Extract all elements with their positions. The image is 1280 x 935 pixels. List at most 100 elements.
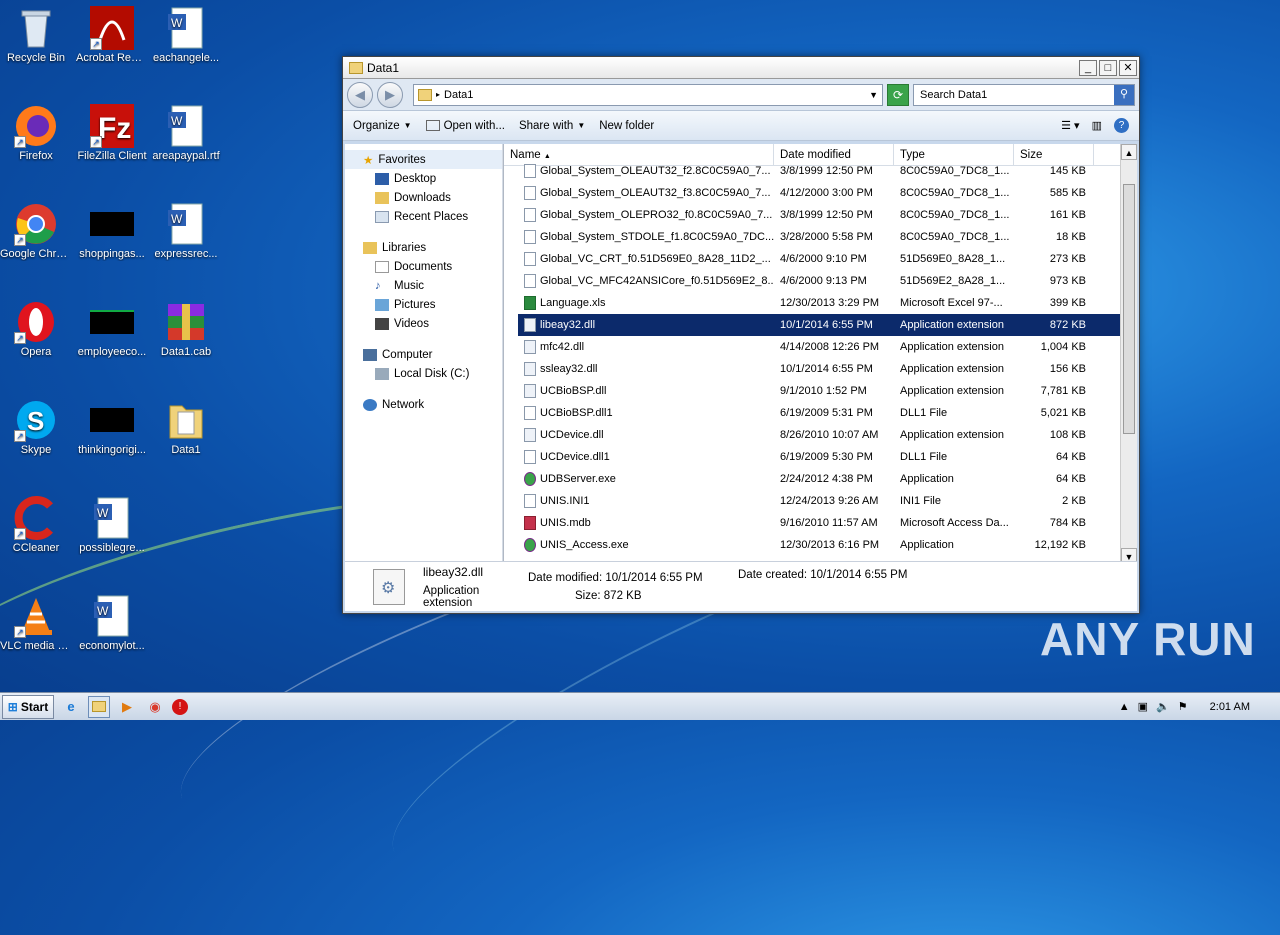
- file-row[interactable]: UNIS.mdb 9/16/2010 11:57 AM Microsoft Acce…: [518, 512, 1137, 534]
- explorer-taskbar-icon[interactable]: [88, 695, 110, 718]
- desktop-icon-firefox[interactable]: ↗ Firefox: [0, 104, 72, 163]
- svg-text:W: W: [171, 114, 183, 128]
- desktop-icon-data1-folder[interactable]: Data1: [150, 398, 222, 457]
- address-bar[interactable]: ▸ Data1 ▼: [413, 83, 883, 106]
- refresh-button[interactable]: ⟳: [887, 83, 909, 106]
- ccleaner-icon: ↗: [14, 496, 58, 540]
- file-name-cell: UNIS_Access.exe: [518, 538, 774, 552]
- file-row[interactable]: Global_System_OLEAUT32_f3.8C0C59A0_7... 4…: [518, 182, 1137, 204]
- nav-computer[interactable]: Computer: [345, 345, 502, 364]
- desktop-icon-employeeco[interactable]: employeeco...: [76, 300, 148, 359]
- network-tray-icon[interactable]: ▣: [1138, 700, 1148, 713]
- chevron-down-icon[interactable]: ▼: [869, 90, 878, 100]
- maximize-button[interactable]: □: [1099, 59, 1117, 76]
- file-date: 10/1/2014 6:55 PM: [780, 363, 873, 375]
- nav-recent-places[interactable]: Recent Places: [345, 207, 502, 226]
- desktop-icon-vlc[interactable]: ↗ VLC media player: [0, 594, 72, 653]
- desktop-icon-chrome[interactable]: ↗ Google Chrome: [0, 202, 72, 261]
- search-input[interactable]: Search Data1 ⚲: [913, 83, 1135, 106]
- file-row[interactable]: Global_VC_MFC42ANSICore_f0.51D569E2_8...…: [518, 270, 1137, 292]
- videos-icon: [375, 317, 389, 330]
- title-bar[interactable]: Data1 _ □ ✕: [343, 57, 1139, 79]
- file-size: 973 KB: [1049, 275, 1086, 287]
- desktop-icon-economylot[interactable]: W economylot...: [76, 594, 148, 653]
- desktop-icon-shoppingas[interactable]: shoppingas...: [76, 202, 148, 261]
- desktop-icon-eachangele[interactable]: W eachangele...: [150, 6, 222, 65]
- view-options-icon[interactable]: ☰ ▾: [1061, 119, 1079, 132]
- column-size[interactable]: Size: [1014, 144, 1094, 165]
- clock[interactable]: 2:01 AM: [1210, 701, 1250, 713]
- search-icon[interactable]: ⚲: [1114, 84, 1134, 105]
- file-row[interactable]: ssleay32.dll 10/1/2014 6:55 PM Application…: [518, 358, 1137, 380]
- file-row[interactable]: Global_VC_CRT_f0.51D569E0_8A28_11D2_... 4…: [518, 248, 1137, 270]
- details-size-value: 872 KB: [603, 589, 642, 602]
- file-row[interactable]: UCBioBSP.dll 9/1/2010 1:52 PM Application …: [518, 380, 1137, 402]
- file-row[interactable]: UCDevice.dll 8/26/2010 10:07 AM Applicatio…: [518, 424, 1137, 446]
- nav-desktop[interactable]: Desktop: [345, 169, 502, 188]
- media-player-icon[interactable]: ▶: [116, 696, 138, 718]
- forward-button[interactable]: ▶: [377, 81, 403, 108]
- file-name: UNIS.mdb: [540, 517, 591, 529]
- open-with-button[interactable]: Open with...: [425, 120, 505, 132]
- nav-local-disk[interactable]: Local Disk (C:): [345, 364, 502, 383]
- file-row[interactable]: UNIS_Access.exe 12/30/2013 6:16 PM Applica…: [518, 534, 1137, 556]
- start-button[interactable]: ⊞ Start: [2, 694, 54, 719]
- scroll-up-icon[interactable]: ▲: [1121, 144, 1137, 160]
- desktop-icon-opera[interactable]: ↗ Opera: [0, 300, 72, 359]
- show-hidden-icons-icon[interactable]: ▲: [1119, 701, 1130, 713]
- file-row[interactable]: UCBioBSP.dll1 6/19/2009 5:31 PM DLL1 File 5…: [518, 402, 1137, 424]
- desktop-icon-expressrec[interactable]: W expressrec...: [150, 202, 222, 261]
- nav-downloads[interactable]: Downloads: [345, 188, 502, 207]
- file-row[interactable]: Language.xls 12/30/2013 3:29 PM Microsoft …: [518, 292, 1137, 314]
- chevron-down-icon: ▼: [403, 121, 412, 130]
- file-row[interactable]: UDBServer.exe 2/24/2012 4:38 PM Applicatio…: [518, 468, 1137, 490]
- file-row[interactable]: libeay32.dll 10/1/2014 6:55 PM Application…: [518, 314, 1137, 336]
- nav-favorites[interactable]: ★ Favorites: [345, 150, 502, 169]
- desktop-icon-acrobat[interactable]: ↗ Acrobat Reader DC: [76, 6, 148, 65]
- chevron-right-icon[interactable]: ▸: [436, 90, 440, 99]
- file-name-cell: mfc42.dll: [518, 340, 774, 354]
- column-name[interactable]: Name ▲: [504, 144, 774, 165]
- nav-videos[interactable]: Videos: [345, 314, 502, 333]
- column-date[interactable]: Date modified: [774, 144, 894, 165]
- desktop-icon-skype[interactable]: S ↗ Skype: [0, 398, 72, 457]
- file-row[interactable]: Global_System_STDOLE_f1.8C0C59A0_7DC... 3…: [518, 226, 1137, 248]
- stop-icon[interactable]: !: [172, 698, 188, 715]
- black-thumbnail-icon: [90, 202, 134, 246]
- scroll-thumb[interactable]: [1123, 184, 1135, 434]
- nav-music[interactable]: ♪ Music: [345, 276, 502, 295]
- back-button[interactable]: ◀: [347, 81, 373, 108]
- flag-icon[interactable]: ⚑: [1178, 700, 1188, 713]
- new-folder-button[interactable]: New folder: [599, 120, 654, 132]
- desktop-icon-ccleaner[interactable]: ↗ CCleaner: [0, 496, 72, 555]
- share-with-button[interactable]: Share with ▼: [519, 120, 585, 132]
- file-row[interactable]: Global_System_OLEPRO32_f0.8C0C59A0_7... 3…: [518, 204, 1137, 226]
- desktop-icon-thinkingorigi[interactable]: thinkingorigi...: [76, 398, 148, 457]
- preview-pane-icon[interactable]: ▥: [1092, 119, 1102, 132]
- nav-pictures[interactable]: Pictures: [345, 295, 502, 314]
- minimize-button[interactable]: _: [1079, 59, 1097, 76]
- nav-libraries[interactable]: Libraries: [345, 238, 502, 257]
- file-type: DLL1 File: [900, 407, 948, 419]
- internet-explorer-icon[interactable]: e: [60, 696, 82, 718]
- volume-icon[interactable]: 🔈: [1156, 700, 1170, 713]
- column-type[interactable]: Type: [894, 144, 1014, 165]
- nav-documents[interactable]: Documents: [345, 257, 502, 276]
- file-row[interactable]: UNIS.INI1 12/24/2013 9:26 AM INI1 File 2 KB: [518, 490, 1137, 512]
- file-row[interactable]: UCDevice.dll1 6/19/2009 5:30 PM DLL1 File 6…: [518, 446, 1137, 468]
- close-button[interactable]: ✕: [1119, 59, 1137, 76]
- dll-icon: [524, 340, 536, 354]
- file-row[interactable]: mfc42.dll 4/14/2008 12:26 PM Application e…: [518, 336, 1137, 358]
- vertical-scrollbar[interactable]: ▲ ▼: [1120, 144, 1137, 564]
- windows-logo-icon: ⊞: [7, 699, 18, 714]
- desktop-icon-data1-cab[interactable]: Data1.cab: [150, 300, 222, 359]
- chrome-taskbar-icon[interactable]: ◉: [144, 696, 166, 718]
- file-date: 9/16/2010 11:57 AM: [780, 517, 878, 529]
- desktop-icon-possiblegre[interactable]: W possiblegre...: [76, 496, 148, 555]
- help-icon[interactable]: ?: [1114, 118, 1129, 133]
- organize-button[interactable]: Organize ▼: [353, 120, 412, 132]
- desktop-icon-filezilla[interactable]: Fz ↗ FileZilla Client: [76, 104, 148, 163]
- desktop-icon-recycle-bin[interactable]: Recycle Bin: [0, 6, 72, 65]
- desktop-icon-areapaypal[interactable]: W areapaypal.rtf: [150, 104, 222, 163]
- nav-network[interactable]: Network: [345, 395, 502, 414]
